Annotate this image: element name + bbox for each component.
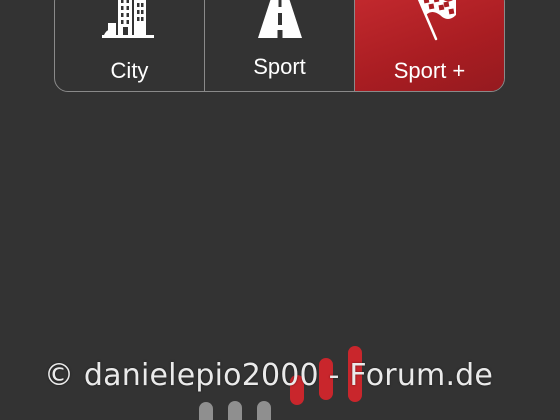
level-bar-1 bbox=[199, 402, 213, 420]
level-bar-2 bbox=[228, 401, 242, 420]
checkered-flag-icon bbox=[417, 0, 456, 41]
mode-sport-plus-button[interactable]: Sport + bbox=[354, 0, 504, 91]
mode-sport-label: Sport bbox=[253, 54, 306, 79]
level-bar-3 bbox=[257, 401, 271, 420]
mode-sport-plus-label: Sport + bbox=[393, 58, 466, 83]
mode-city-button[interactable]: City bbox=[55, 0, 204, 91]
drive-mode-selector: City Sport Sport + bbox=[54, 0, 505, 92]
watermark-text: © danielepio2000 - Forum.de bbox=[44, 358, 494, 393]
mode-city-label: City bbox=[110, 58, 149, 83]
mode-sport-button[interactable]: Sport bbox=[204, 0, 354, 91]
road-icon bbox=[257, 0, 302, 38]
city-buildings-icon bbox=[101, 0, 154, 38]
